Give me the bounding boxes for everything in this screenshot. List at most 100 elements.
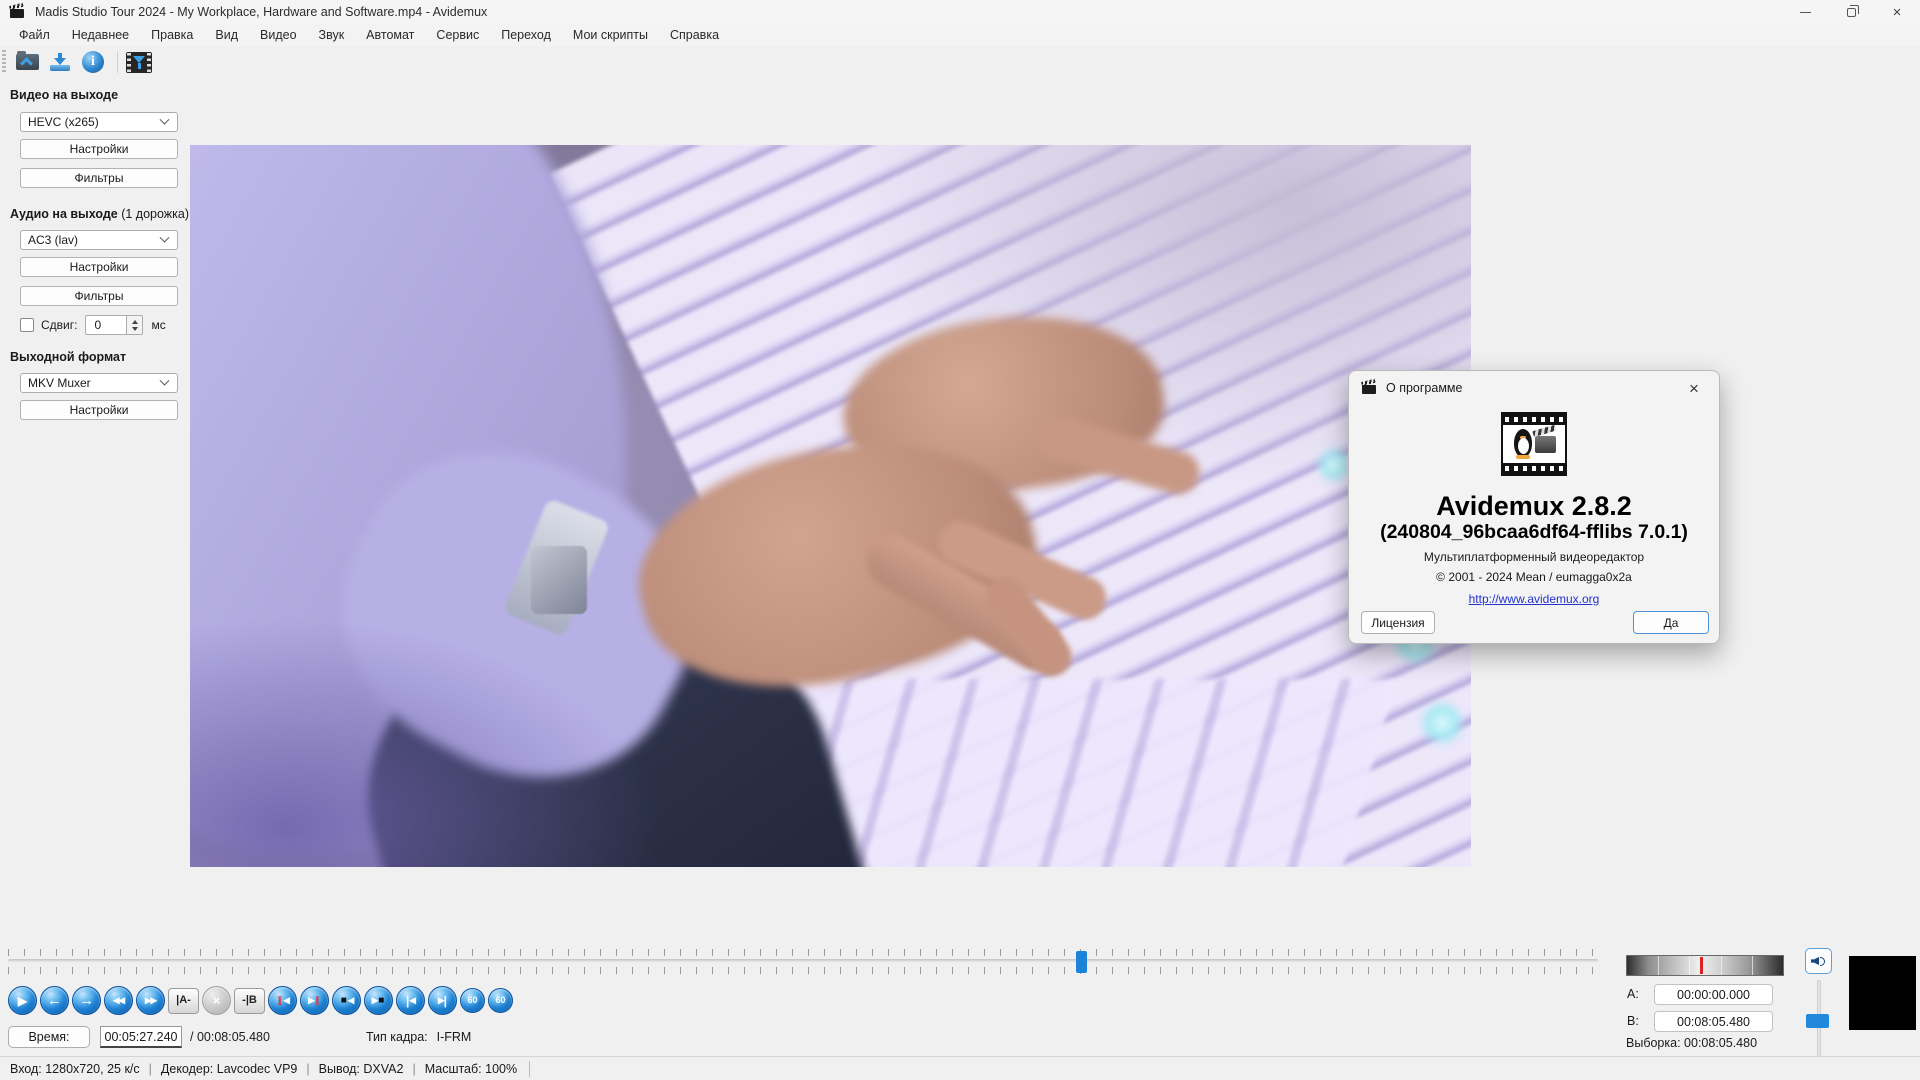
marker-b-label: B: [1627, 1014, 1639, 1028]
video-filters-list-button[interactable]: Фильтры [20, 168, 178, 188]
menu-view[interactable]: Вид [204, 26, 249, 44]
menu-auto[interactable]: Автомат [355, 26, 425, 44]
status-bar: Вход: 1280x720, 25 к/с | Декодер: Lavcod… [0, 1056, 1920, 1080]
selection-duration: Выборка: 00:08:05.480 [1626, 1036, 1757, 1050]
shift-value-input[interactable]: 0 [85, 315, 127, 335]
save-icon [49, 53, 71, 71]
about-dialog-titlebar: О программе [1349, 371, 1719, 405]
toolbar-drag-handle[interactable] [2, 50, 6, 74]
ok-button[interactable]: Да [1633, 611, 1709, 634]
menu-help[interactable]: Справка [659, 26, 730, 44]
set-marker-a-button[interactable]: |A- [168, 988, 199, 1014]
minimize-button[interactable] [1782, 0, 1828, 24]
timeline-slider-handle[interactable] [1076, 951, 1087, 973]
status-separator [529, 1061, 530, 1077]
marker-a-label: A: [1627, 987, 1639, 1001]
next-black-frame-button[interactable]: ▶■ [364, 986, 393, 1015]
timeline-ruler-bottom[interactable] [8, 967, 1598, 974]
save-button[interactable] [45, 49, 75, 76]
previous-frame-button[interactable]: ← [40, 986, 69, 1015]
menu-video[interactable]: Видео [249, 26, 308, 44]
next-keyframe-button[interactable]: ▶▶ [136, 986, 165, 1015]
audio-settings-button[interactable]: Настройки [20, 257, 178, 277]
menu-tools[interactable]: Сервис [425, 26, 490, 44]
last-frame-button[interactable]: ▶| [428, 986, 457, 1015]
menu-recent[interactable]: Недавнее [61, 26, 140, 44]
app-clapperboard-icon [10, 6, 25, 19]
key-reflection [1420, 701, 1464, 745]
time-mode-selector[interactable]: Время: [8, 1026, 90, 1048]
forward-60s-button[interactable]: 60 [488, 988, 513, 1013]
frame-type-label: Тип кадра: [366, 1030, 428, 1044]
purple-shadow [190, 600, 690, 867]
title-bar: Madis Studio Tour 2024 - My Workplace, H… [0, 0, 1920, 24]
toolbar-separator [117, 51, 118, 73]
video-settings-button[interactable]: Настройки [20, 139, 178, 159]
volume-slider-handle[interactable] [1806, 1014, 1829, 1028]
status-output: Вывод: DXVA2 [319, 1062, 404, 1076]
chevron-down-icon [160, 114, 170, 124]
time-row: Время: 00:05:27.240 / 00:08:05.480 Тип к… [8, 1026, 471, 1048]
play-button[interactable]: ▶ [8, 986, 37, 1015]
next-intra-frame-button[interactable]: ▶I [300, 986, 329, 1015]
jog-shuttle[interactable] [1626, 955, 1784, 976]
audio-filters-button[interactable]: Фильтры [20, 286, 178, 306]
video-filters-icon [126, 52, 152, 73]
chevron-down-icon [160, 375, 170, 385]
output-format-heading: Выходной формат [10, 350, 126, 364]
timeline-track[interactable] [8, 959, 1598, 963]
clapperboard-logo-icon [1535, 436, 1556, 453]
open-file-button[interactable] [12, 49, 42, 76]
restore-button[interactable] [1828, 0, 1874, 24]
marker-a-time-field[interactable]: 00:00:00.000 [1654, 984, 1773, 1005]
timeline-ruler-top[interactable] [8, 949, 1598, 956]
shift-spinner[interactable] [127, 315, 143, 335]
info-button[interactable]: i [78, 49, 108, 76]
copyright-text: © 2001 - 2024 Mean / eumagga0x2a [1349, 570, 1719, 584]
transport-controls: ▶ ← → ◀◀ ▶▶ |A- × -|B I◀ ▶I ■◀ ▶■ |◀ ▶| … [8, 986, 513, 1015]
video-filters-button[interactable] [124, 49, 154, 76]
video-codec-select[interactable]: HEVC (x265) [20, 112, 178, 132]
muxer-select[interactable]: MKV Muxer [20, 373, 178, 393]
menu-file[interactable]: Файл [8, 26, 61, 44]
menu-edit[interactable]: Правка [140, 26, 204, 44]
audio-output-heading: Аудио на выходе (1 дорожка) [10, 207, 189, 221]
first-frame-button[interactable]: |◀ [396, 986, 425, 1015]
jog-center-marker [1700, 957, 1703, 974]
status-input: Вход: 1280x720, 25 к/с [10, 1062, 140, 1076]
set-marker-b-button[interactable]: -|B [234, 988, 265, 1014]
menu-bar: Файл Недавнее Правка Вид Видео Звук Авто… [0, 24, 1920, 46]
shift-label: Сдвиг: [41, 318, 77, 332]
menu-audio[interactable]: Звук [308, 26, 356, 44]
audio-codec-select[interactable]: AC3 (lav) [20, 230, 178, 250]
app-version-title: Avidemux 2.8.2 [1349, 491, 1719, 522]
license-button[interactable]: Лицензия [1361, 611, 1435, 634]
previous-black-frame-button[interactable]: ■◀ [332, 986, 361, 1015]
close-button[interactable]: × [1874, 0, 1920, 24]
video-preview [190, 145, 1471, 867]
website-link-row: http://www.avidemux.org [1349, 592, 1719, 606]
marker-b-time-field[interactable]: 00:08:05.480 [1654, 1011, 1773, 1032]
app-subtitle: Мультиплатформенный видеоредактор [1349, 550, 1719, 564]
muxer-settings-button[interactable]: Настройки [20, 400, 178, 420]
status-zoom: Масштаб: 100% [425, 1062, 517, 1076]
menu-go[interactable]: Переход [490, 26, 562, 44]
about-dialog-title: О программе [1386, 381, 1462, 395]
menu-custom[interactable]: Мои скрипты [562, 26, 659, 44]
back-60s-button[interactable]: 60 [460, 988, 485, 1013]
shift-unit-label: мс [151, 318, 165, 332]
mute-button[interactable] [1805, 948, 1832, 974]
speaker-icon [1811, 955, 1826, 968]
audio-shift-row: Сдвиг: 0 мс [20, 315, 166, 335]
next-frame-button[interactable]: → [72, 986, 101, 1015]
current-time-input[interactable]: 00:05:27.240 [100, 1026, 182, 1048]
about-close-button[interactable]: × [1684, 379, 1704, 399]
clapperboard-icon [1362, 382, 1377, 395]
shift-checkbox[interactable] [20, 318, 34, 332]
previous-intra-frame-button[interactable]: I◀ [268, 986, 297, 1015]
previous-keyframe-button[interactable]: ◀◀ [104, 986, 133, 1015]
reset-markers-button[interactable]: × [202, 986, 231, 1015]
website-link[interactable]: http://www.avidemux.org [1469, 592, 1600, 606]
about-dialog: О программе × Avidemux 2.8.2 (240804_96b… [1348, 370, 1720, 644]
total-duration-label: / 00:08:05.480 [190, 1030, 270, 1044]
